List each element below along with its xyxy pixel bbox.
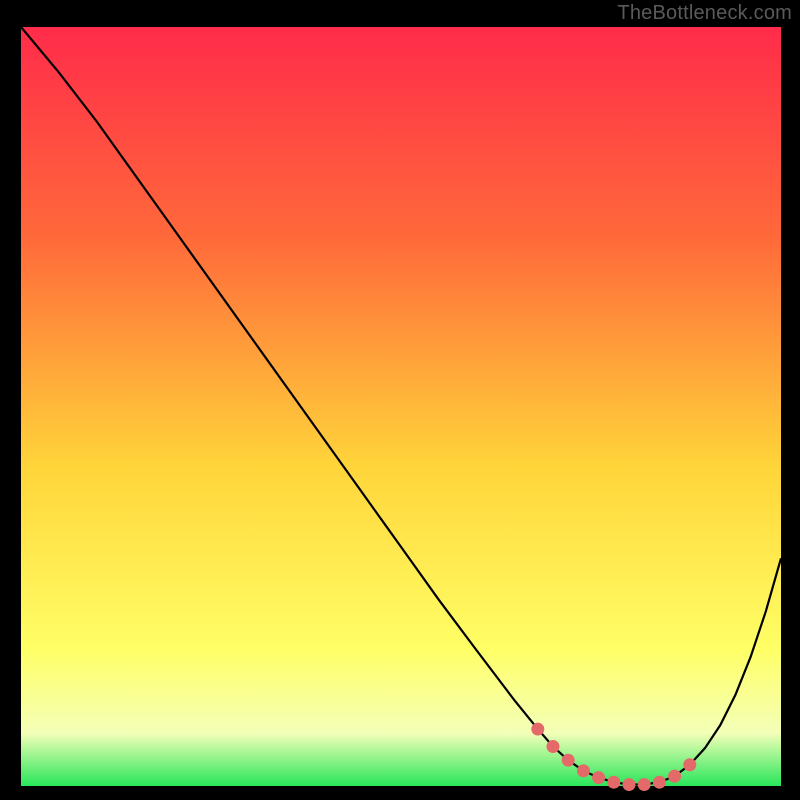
curve-marker [562, 754, 575, 767]
curve-marker [638, 778, 651, 791]
curve-marker [577, 764, 590, 777]
curve-marker [531, 723, 544, 736]
chart-frame: { "watermark": "TheBottleneck.com", "col… [0, 0, 800, 800]
curve-marker [668, 770, 681, 783]
bottleneck-chart [0, 0, 800, 800]
watermark-text: TheBottleneck.com [617, 2, 792, 25]
curve-marker [547, 740, 560, 753]
curve-marker [653, 776, 666, 789]
plot-background [21, 27, 781, 786]
curve-marker [683, 758, 696, 771]
curve-marker [607, 776, 620, 789]
curve-marker [623, 778, 636, 791]
curve-marker [592, 771, 605, 784]
